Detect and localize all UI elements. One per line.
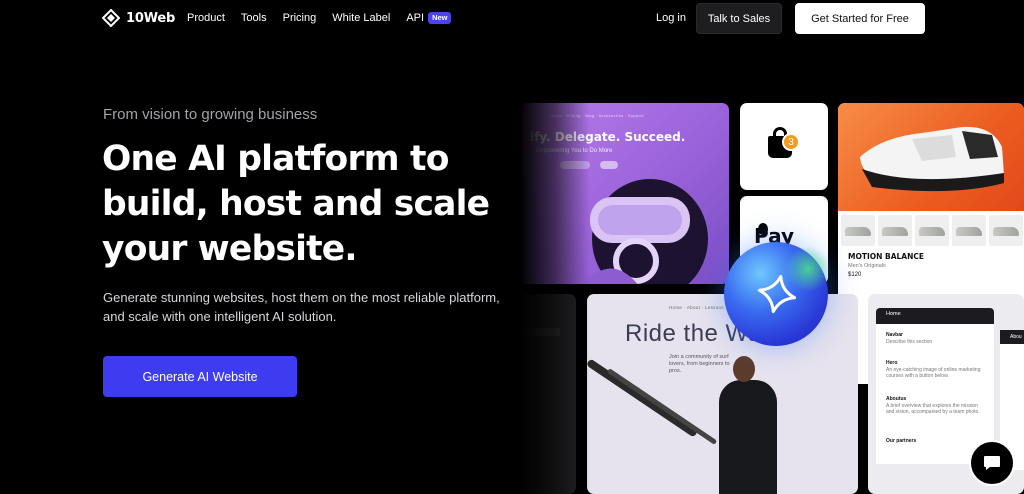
nav-link-product[interactable]: Product [187, 12, 225, 24]
cart-count-badge: 3 [782, 133, 800, 151]
preview-subtitle: Join a community of surf lovers, from be… [669, 354, 730, 374]
section-row: Hero An eye-catching image of online mar… [886, 360, 984, 380]
preview-button [560, 161, 590, 169]
ai-star-icon [757, 274, 797, 314]
sneaker-icon [860, 126, 1004, 192]
preview-nav: Home · Pricing · Blog · Accessories · Su… [550, 113, 644, 118]
thumbnail[interactable] [878, 215, 912, 246]
hero-eyebrow: From vision to growing business [103, 106, 318, 123]
hero-headline: One AI platform to build, host and scale… [102, 139, 490, 269]
product-name: MOTION BALANCE [848, 252, 925, 261]
shopping-bag-card: 3 [740, 103, 828, 190]
nav-link-white-label[interactable]: White Label [332, 12, 390, 24]
dark-preview [520, 294, 576, 494]
section-row: Our partners [886, 438, 984, 445]
section-row: Navbar Describe this section [886, 332, 984, 345]
section-row: Aboutus A brief overview that explores t… [886, 396, 984, 416]
surfer-image [733, 356, 755, 382]
sneaker-thumbnails [841, 215, 1023, 246]
app-panel: Navbar Describe this section Hero An eye… [876, 324, 994, 464]
section-desc: Describe this section [886, 338, 933, 345]
preview-button [600, 161, 618, 169]
hero-subtext: Generate stunning websites, host them on… [103, 290, 500, 324]
talk-to-sales-button[interactable]: Talk to Sales [696, 3, 782, 34]
section-desc: An eye-catching image of online marketin… [886, 366, 981, 380]
section-desc: A brief overview that explores the missi… [886, 402, 980, 416]
login-link[interactable]: Log in [656, 12, 686, 24]
app-side-header: Abou [1000, 330, 1024, 344]
generate-ai-website-button[interactable]: Generate AI Website [103, 356, 297, 397]
app-side-title: Abou [1010, 334, 1022, 340]
10web-logo-icon [101, 8, 121, 28]
chat-button[interactable] [969, 440, 1015, 486]
product-category: Men's Originals [848, 263, 886, 269]
app-header: Home [876, 308, 994, 324]
thumbnail[interactable] [841, 215, 875, 246]
thumbnail[interactable] [989, 215, 1023, 246]
surfer-image [719, 380, 777, 494]
logo-text: 10Web [126, 10, 176, 26]
brand-logo[interactable]: 10Web [101, 8, 176, 28]
new-badge: New [428, 12, 452, 24]
sneaker-hero-image [838, 103, 1024, 211]
section-title: Our partners [886, 438, 917, 444]
nav-link-api[interactable]: API [406, 12, 424, 24]
nav-link-pricing[interactable]: Pricing [283, 12, 317, 24]
preview-subtitle: Empowering You to Do More [536, 148, 613, 154]
preview-bar [520, 328, 560, 336]
preview-title: ify. Delegate. Succeed. [530, 130, 686, 144]
top-navigation: 10Web Product Tools Pricing White Label … [0, 0, 1024, 38]
thumbnail[interactable] [915, 215, 949, 246]
app-header-title: Home [886, 311, 901, 317]
preview-nav: Home · About · Lessons [669, 305, 724, 310]
vr-website-preview: Home · Pricing · Blog · Accessories · Su… [520, 103, 729, 284]
thumbnail[interactable] [952, 215, 986, 246]
surfboard-image [606, 368, 718, 445]
nav-links: Product Tools Pricing White Label API Ne… [187, 12, 452, 24]
nav-link-tools[interactable]: Tools [241, 12, 267, 24]
chat-bubble-icon [984, 456, 1000, 470]
product-price: $120 [848, 272, 862, 278]
get-started-button[interactable]: Get Started for Free [795, 3, 925, 34]
vr-headset-image [584, 179, 708, 284]
